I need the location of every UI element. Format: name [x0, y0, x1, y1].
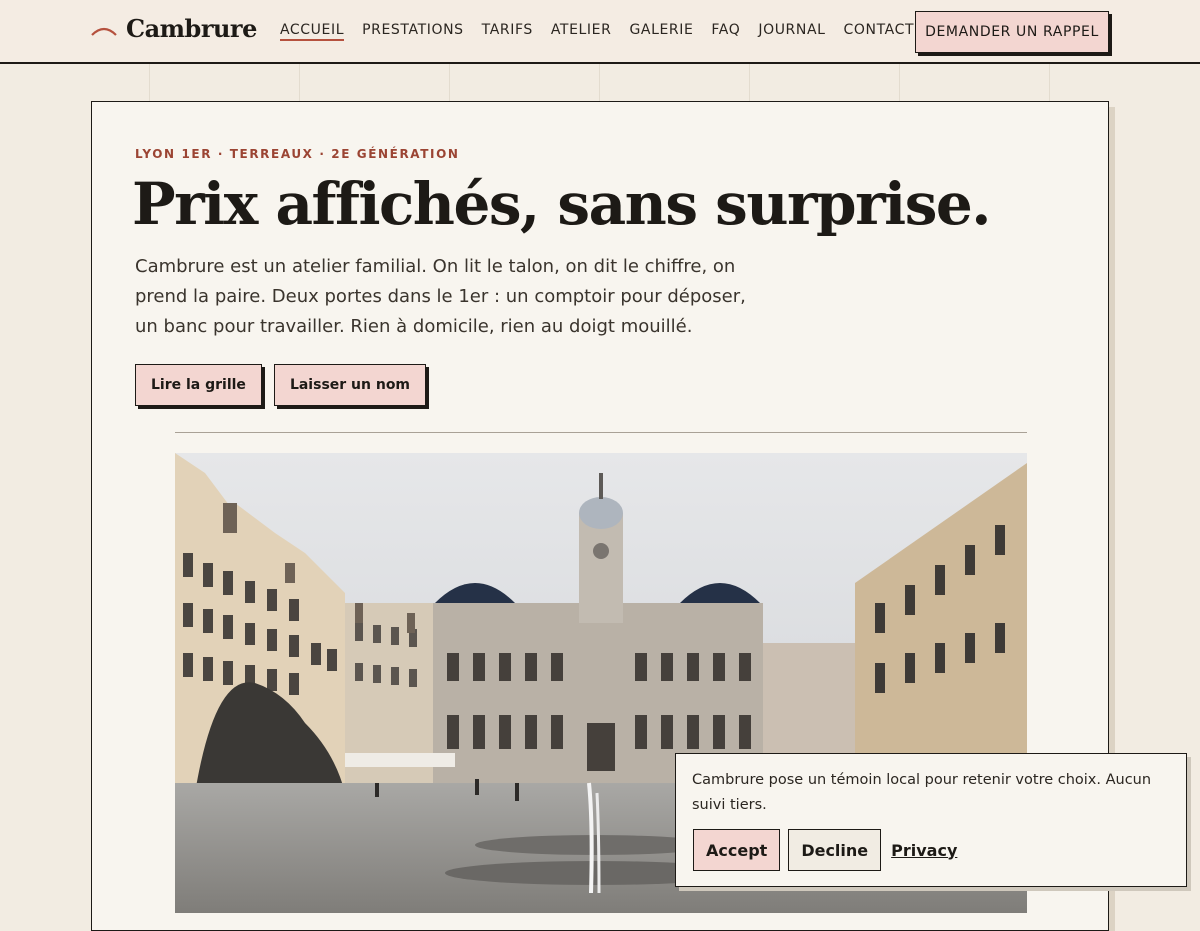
brand-logo[interactable]: Cambrure	[90, 14, 257, 43]
accept-button[interactable]: Accept	[693, 829, 781, 871]
decorative-grid	[0, 64, 1200, 102]
privacy-link[interactable]: Privacy	[891, 838, 957, 863]
nav-item-faq[interactable]: FAQ	[711, 22, 740, 41]
cookie-banner: Cambrure pose un témoin local pour reten…	[675, 753, 1187, 887]
nav-item-atelier[interactable]: ATELIER	[551, 22, 612, 41]
cookie-actions: Accept Decline Privacy	[693, 829, 957, 871]
nav-item-contact[interactable]: CONTACT	[844, 22, 915, 41]
site-header: Cambrure ACCUEIL PRESTATIONS TARIFS ATEL…	[0, 0, 1200, 64]
nav-item-tarifs[interactable]: TARIFS	[482, 22, 533, 41]
nav-item-galerie[interactable]: GALERIE	[629, 22, 693, 41]
main-nav: ACCUEIL PRESTATIONS TARIFS ATELIER GALER…	[280, 22, 914, 41]
hero-eyebrow: LYON 1ER · TERREAUX · 2E GÉNÉRATION	[135, 147, 460, 161]
callback-button[interactable]: DEMANDER UN RAPPEL	[915, 11, 1109, 53]
cookie-message: Cambrure pose un témoin local pour reten…	[692, 772, 1152, 813]
brand-name: Cambrure	[126, 14, 257, 43]
hero-lead: Cambrure est un atelier familial. On lit…	[135, 256, 746, 337]
nav-item-journal[interactable]: JOURNAL	[758, 22, 825, 41]
read-pricing-button[interactable]: Lire la grille	[135, 364, 262, 406]
nav-item-prestations[interactable]: PRESTATIONS	[362, 22, 464, 41]
decline-button[interactable]: Decline	[788, 829, 882, 871]
leave-name-button[interactable]: Laisser un nom	[273, 364, 427, 406]
hero-actions: Lire la grille Laisser un nom	[135, 364, 427, 406]
hero-title: Prix affichés, sans surprise.	[132, 170, 991, 238]
arc-logo-icon	[91, 27, 117, 36]
divider	[175, 432, 1027, 433]
nav-item-accueil[interactable]: ACCUEIL	[280, 22, 345, 41]
